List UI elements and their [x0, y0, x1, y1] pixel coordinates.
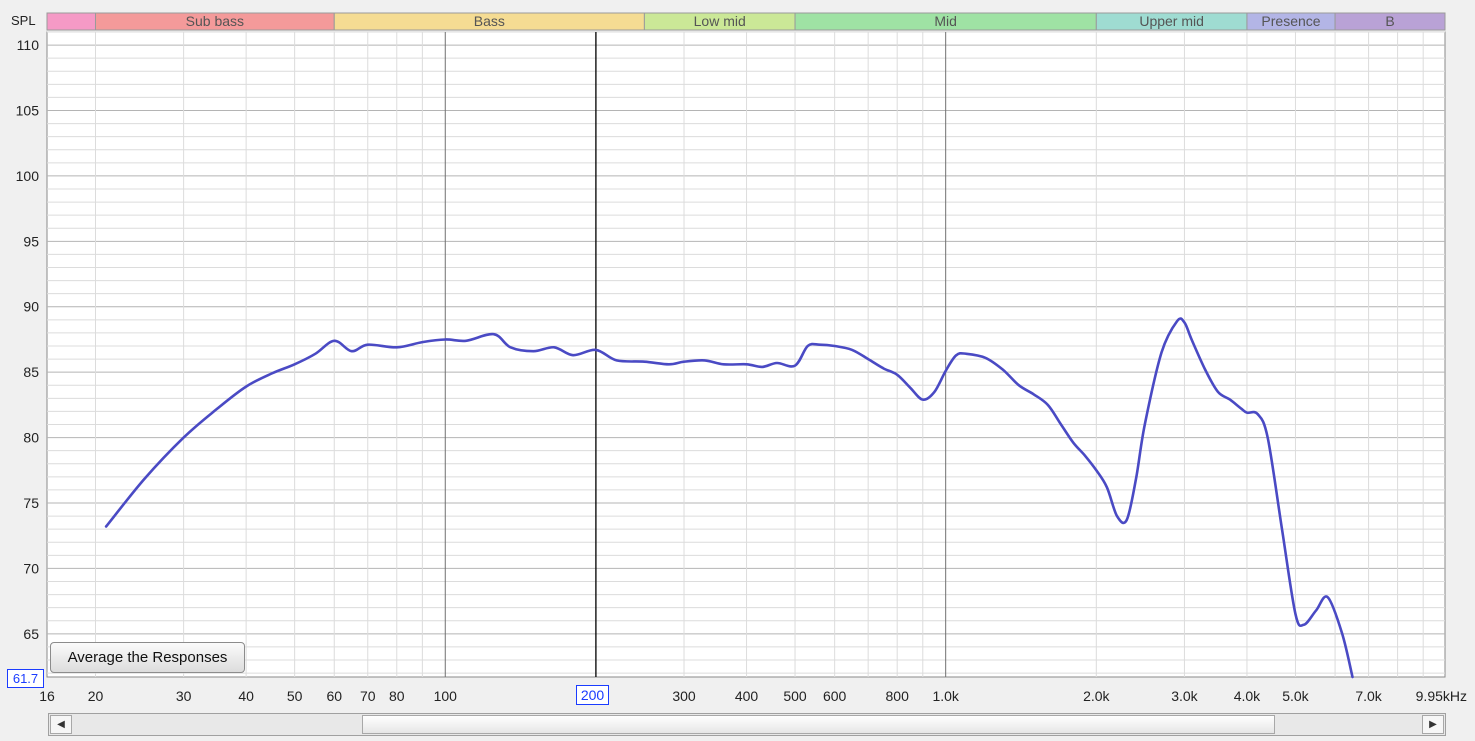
y-tick-110: 110	[17, 37, 40, 53]
horizontal-scrollbar[interactable]: ◀ ▶	[48, 713, 1446, 736]
spl-chart[interactable]: Sub bass Bass Low mid Mid Upper mid Presence B…	[0, 0, 1475, 741]
x-tick-300: 300	[672, 688, 696, 704]
x-tick-40: 40	[238, 688, 254, 704]
x-tick-500: 500	[783, 688, 807, 704]
band-label-1: Sub bass	[186, 13, 244, 29]
band-0	[46, 12, 96, 31]
x-tick-60: 60	[326, 688, 342, 704]
x-tick-16: 16	[39, 688, 55, 704]
y-tick-105: 105	[16, 102, 40, 118]
x-tick-70: 70	[360, 688, 376, 704]
frequency-band-strip: Sub bass Bass Low mid Mid Upper mid Presence B	[46, 12, 1446, 31]
band-label-3: Low mid	[694, 13, 746, 29]
band-label-5: Upper mid	[1139, 13, 1204, 29]
average-responses-button[interactable]: Average the Responses	[50, 642, 245, 673]
y-cursor-readout: 61.7	[7, 669, 44, 688]
x-tick-4000: 4.0k	[1234, 688, 1261, 704]
x-tick-80: 80	[389, 688, 405, 704]
y-tick-90: 90	[23, 299, 39, 315]
x-tick-600: 600	[823, 688, 847, 704]
x-axis-ticks: 16 20 30 40 50 60 70 80 100 300 400 500 600 800 1.0k 2.…	[39, 688, 1467, 704]
x-tick-100: 100	[434, 688, 458, 704]
x-cursor-readout: 200	[576, 685, 609, 705]
x-tick-9950: 9.95kHz	[1416, 688, 1467, 704]
plot-area[interactable]	[46, 31, 1446, 678]
x-tick-1000: 1.0k	[932, 688, 959, 704]
x-tick-50: 50	[287, 688, 303, 704]
scrollbar-thumb[interactable]	[362, 715, 1275, 734]
y-axis-label: SPL	[11, 13, 36, 28]
y-tick-70: 70	[23, 560, 39, 576]
x-tick-400: 400	[735, 688, 759, 704]
y-axis-ticks: 110 105 100 95 90 85 80 75 70 65	[16, 37, 40, 642]
band-label-2: Bass	[474, 13, 505, 29]
x-tick-800: 800	[886, 688, 910, 704]
x-tick-5000: 5.0k	[1282, 688, 1309, 704]
x-tick-3000: 3.0k	[1171, 688, 1198, 704]
y-tick-75: 75	[23, 495, 39, 511]
y-tick-65: 65	[23, 626, 39, 642]
scroll-left-arrow-icon[interactable]: ◀	[50, 715, 72, 734]
band-label-4: Mid	[934, 13, 957, 29]
rew-spl-graph-window: Sub bass Bass Low mid Mid Upper mid Presence B…	[0, 0, 1475, 741]
y-tick-95: 95	[23, 233, 39, 249]
x-tick-30: 30	[176, 688, 192, 704]
y-tick-80: 80	[23, 430, 39, 446]
scroll-right-arrow-icon[interactable]: ▶	[1422, 715, 1444, 734]
x-tick-7000: 7.0k	[1355, 688, 1382, 704]
x-tick-2000: 2.0k	[1083, 688, 1110, 704]
x-tick-20: 20	[88, 688, 104, 704]
band-label-7: B	[1385, 13, 1394, 29]
y-tick-85: 85	[23, 364, 39, 380]
y-tick-100: 100	[16, 168, 40, 184]
band-label-6: Presence	[1261, 13, 1320, 29]
